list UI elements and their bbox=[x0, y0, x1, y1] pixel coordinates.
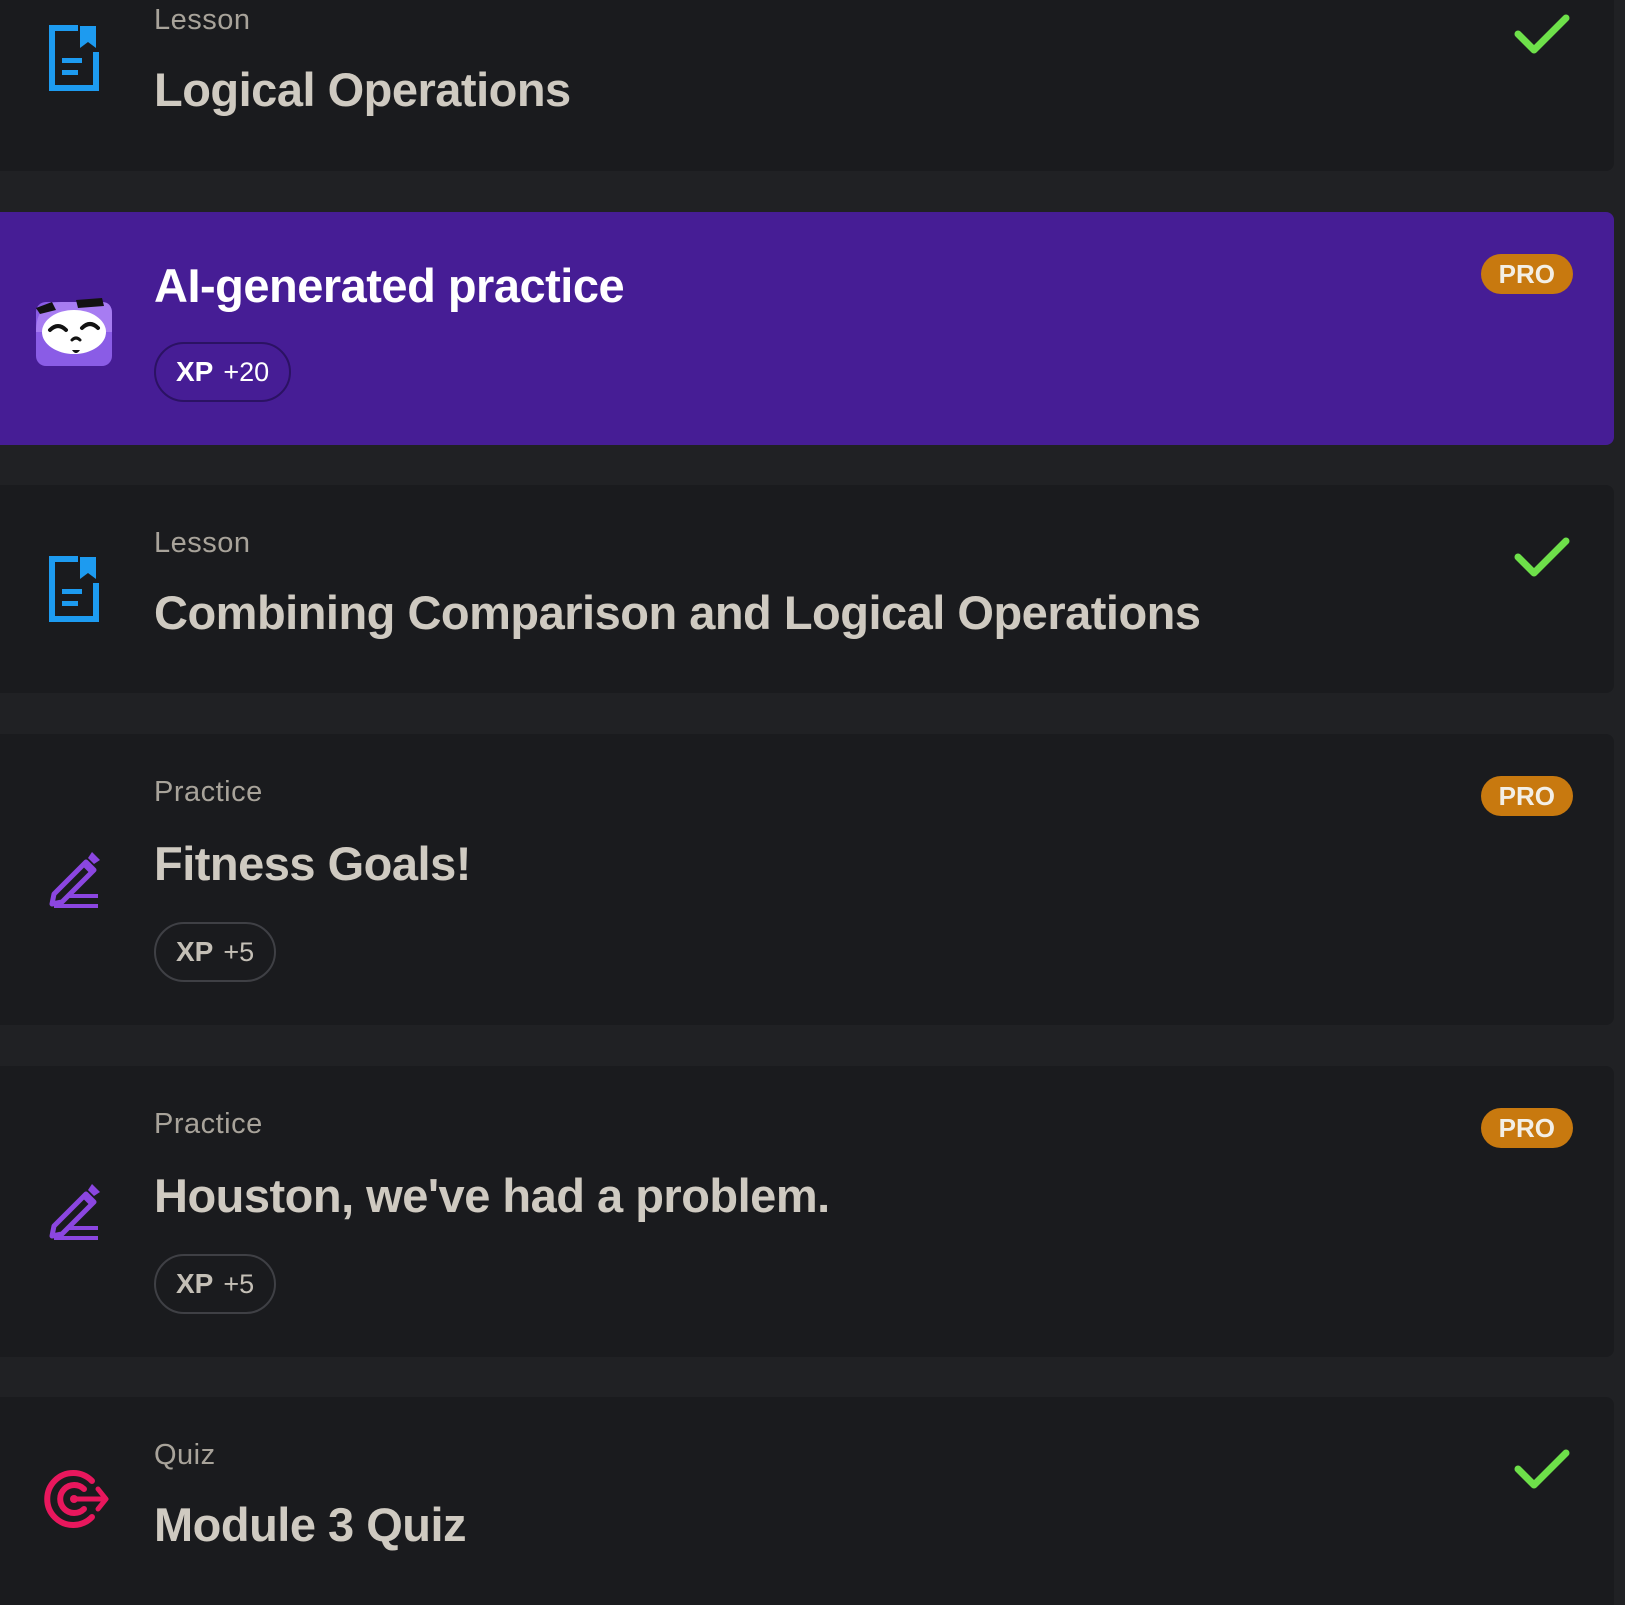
item-kind-label: Quiz bbox=[154, 1439, 216, 1471]
lesson-document-icon bbox=[40, 555, 108, 623]
xp-value: +5 bbox=[223, 936, 255, 967]
target-icon bbox=[40, 1467, 112, 1531]
item-title: Logical Operations bbox=[154, 63, 571, 116]
item-kind-label: Practice bbox=[154, 1108, 263, 1140]
pencil-icon bbox=[40, 844, 108, 912]
lesson-card-logical-operations[interactable]: Lesson Logical Operations bbox=[0, 0, 1614, 171]
item-title: Combining Comparison and Logical Operati… bbox=[154, 586, 1201, 639]
item-title: Module 3 Quiz bbox=[154, 1498, 467, 1551]
xp-label: XP bbox=[176, 936, 214, 967]
check-icon bbox=[1514, 1449, 1570, 1489]
lesson-card-combining-operations[interactable]: Lesson Combining Comparison and Logical … bbox=[0, 485, 1614, 693]
check-icon bbox=[1514, 14, 1570, 54]
xp-reward-chip: XP +5 bbox=[154, 922, 277, 982]
xp-label: XP bbox=[176, 1268, 214, 1299]
quiz-card-module-3[interactable]: Quiz Module 3 Quiz bbox=[0, 1397, 1614, 1605]
practice-card-fitness-goals[interactable]: Practice Fitness Goals! XP +5 PRO bbox=[0, 734, 1614, 1025]
practice-card-houston[interactable]: Practice Houston, we've had a problem. X… bbox=[0, 1066, 1614, 1357]
item-title: AI-generated practice bbox=[154, 259, 625, 312]
pencil-icon bbox=[40, 1176, 108, 1244]
xp-reward-chip: XP +20 bbox=[154, 342, 292, 402]
xp-value: +20 bbox=[223, 356, 270, 387]
item-kind-label: Lesson bbox=[154, 4, 251, 36]
ai-mascot-icon bbox=[32, 292, 116, 368]
pro-badge: PRO bbox=[1480, 776, 1573, 816]
pro-badge: PRO bbox=[1480, 1108, 1573, 1148]
item-kind-label: Practice bbox=[154, 776, 263, 808]
ai-practice-card[interactable]: AI-generated practice XP +20 PRO bbox=[0, 212, 1614, 445]
item-kind-label: Lesson bbox=[154, 527, 251, 559]
xp-label: XP bbox=[176, 356, 214, 387]
pro-badge: PRO bbox=[1480, 254, 1573, 294]
xp-reward-chip: XP +5 bbox=[154, 1254, 277, 1314]
item-title: Houston, we've had a problem. bbox=[154, 1169, 830, 1222]
lesson-document-icon bbox=[40, 24, 108, 92]
learning-path-list: Lesson Logical Operations AI-generated p… bbox=[0, 0, 1625, 1605]
xp-value: +5 bbox=[223, 1268, 255, 1299]
check-icon bbox=[1514, 537, 1570, 577]
item-title: Fitness Goals! bbox=[154, 837, 471, 890]
